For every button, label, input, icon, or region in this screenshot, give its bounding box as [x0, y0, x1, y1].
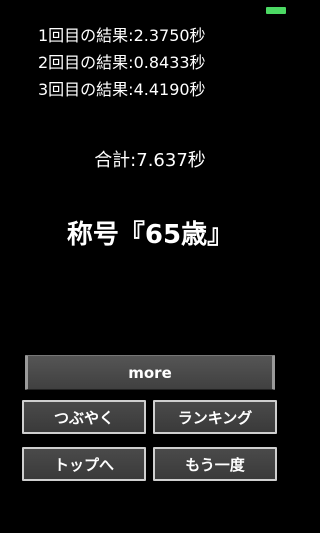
tweet-button[interactable]: つぶやく: [22, 400, 146, 434]
battery-icon: [266, 7, 286, 14]
retry-button[interactable]: もう一度: [153, 447, 277, 481]
result-row-1: 1回目の結果:2.3750秒: [38, 26, 206, 45]
back-to-top-button[interactable]: トップへ: [22, 447, 146, 481]
ranking-button[interactable]: ランキング: [153, 400, 277, 434]
total-time: 合計:7.637秒: [94, 150, 206, 171]
results-list: 1回目の結果:2.3750秒 2回目の結果:0.8433秒 3回目の結果:4.4…: [38, 22, 206, 103]
result-row-3: 3回目の結果:4.4190秒: [38, 80, 206, 99]
rank-title: 称号『65歳』: [66, 220, 234, 250]
result-row-2: 2回目の結果:0.8433秒: [38, 53, 206, 72]
more-button[interactable]: more: [25, 355, 275, 390]
